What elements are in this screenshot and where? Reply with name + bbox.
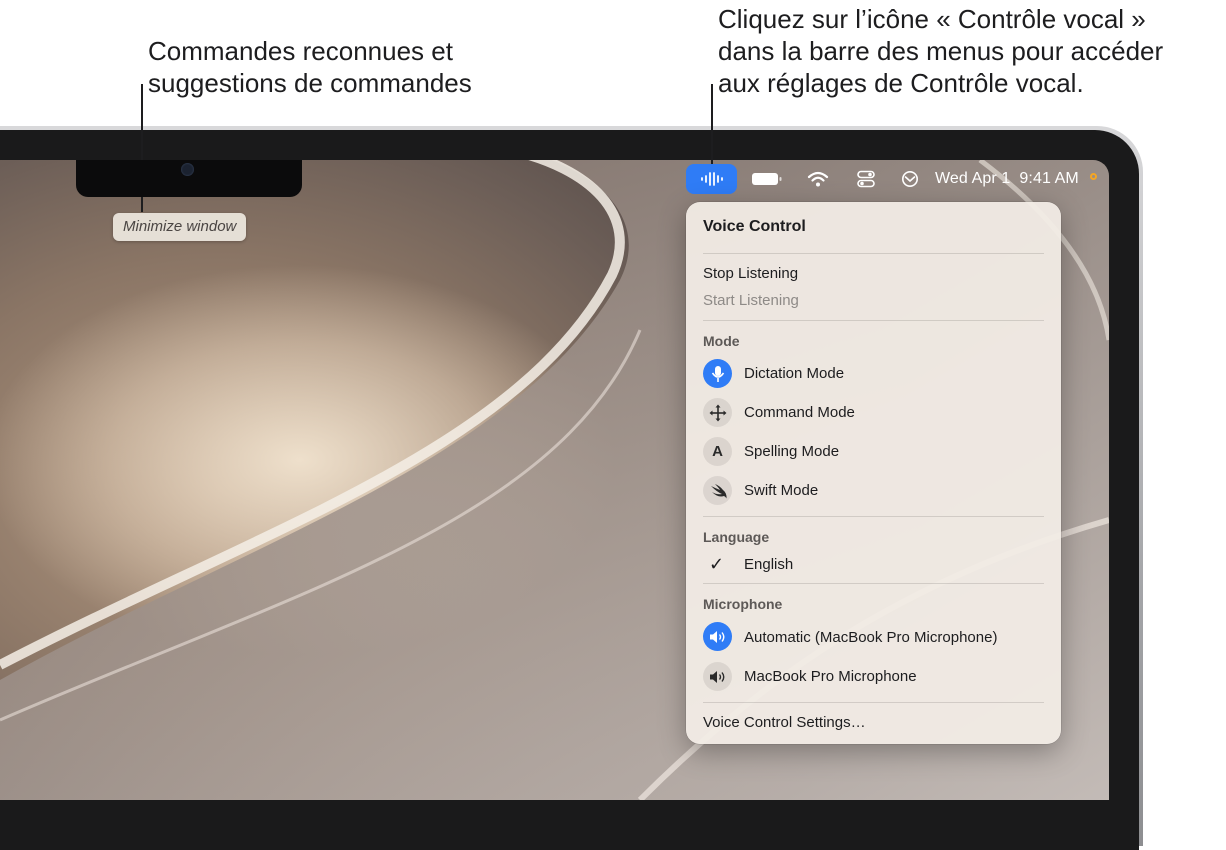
dictation-mode-label: Dictation Mode (744, 365, 845, 382)
callout-right-line1: Cliquez sur l’icône « Contrôle vocal » (718, 4, 1146, 34)
menu-separator (703, 253, 1044, 254)
screen-mirroring-icon (902, 171, 918, 187)
microphone-macbook-label: MacBook Pro Microphone (744, 668, 917, 685)
callout-right-line3: aux réglages de Contrôle vocal. (718, 68, 1084, 98)
letter-a-icon: A (703, 437, 732, 466)
callout-left-line2: suggestions de commandes (148, 68, 472, 98)
swift-icon (703, 476, 732, 505)
language-english-label: English (744, 556, 794, 573)
voice-control-menu: Voice Control Stop Listening Start Liste… (686, 202, 1061, 744)
language-header: Language (703, 529, 770, 545)
voice-control-menu-button[interactable] (686, 164, 737, 194)
microphone-in-use-indicator (1090, 173, 1097, 180)
checkmark-icon: ✓ (709, 554, 725, 574)
callout-commands: Commandes reconnues et suggestions de co… (148, 35, 608, 99)
mode-header: Mode (703, 333, 740, 349)
stop-listening-item[interactable]: Stop Listening (703, 265, 798, 282)
microphone-header: Microphone (703, 596, 783, 612)
voice-control-settings-item[interactable]: Voice Control Settings… (703, 714, 866, 731)
control-center-icon (857, 170, 875, 188)
menubar-time: 9:41 AM (1019, 170, 1079, 187)
menu-separator (703, 516, 1044, 517)
control-center-menu-button[interactable] (852, 164, 880, 194)
wifi-icon (807, 171, 829, 187)
callout-voice-control-icon: Cliquez sur l’icône « Contrôle vocal » d… (718, 3, 1226, 99)
move-arrows-icon (703, 398, 732, 427)
battery-menu-button[interactable] (750, 164, 784, 194)
menu-separator (703, 702, 1044, 703)
menubar-date: Wed Apr 1 (935, 170, 1011, 187)
leader-line-right (711, 84, 713, 170)
speaker-icon (703, 622, 732, 651)
menu-separator (703, 583, 1044, 584)
camera-icon (181, 163, 194, 176)
start-listening-item: Start Listening (703, 292, 799, 309)
microphone-automatic-label: Automatic (MacBook Pro Microphone) (744, 629, 998, 646)
menu-title: Voice Control (703, 218, 806, 235)
menubar-clock[interactable]: Wed Apr 1 9:41 AM (935, 169, 1079, 189)
callout-left-line1: Commandes reconnues et (148, 36, 453, 66)
voice-control-icon (700, 172, 723, 186)
callout-right-line2: dans la barre des menus pour accéder (718, 36, 1164, 66)
battery-icon (752, 173, 782, 185)
spelling-mode-label: Spelling Mode (744, 443, 840, 460)
command-tooltip: Minimize window (113, 213, 247, 241)
command-mode-label: Command Mode (744, 404, 855, 421)
screen-mirroring-menu-button[interactable] (896, 164, 924, 194)
speaker-icon (703, 662, 732, 691)
wifi-menu-button[interactable] (804, 164, 832, 194)
menu-separator (703, 320, 1044, 321)
swift-mode-label: Swift Mode (744, 482, 819, 499)
microphone-icon (703, 359, 732, 388)
